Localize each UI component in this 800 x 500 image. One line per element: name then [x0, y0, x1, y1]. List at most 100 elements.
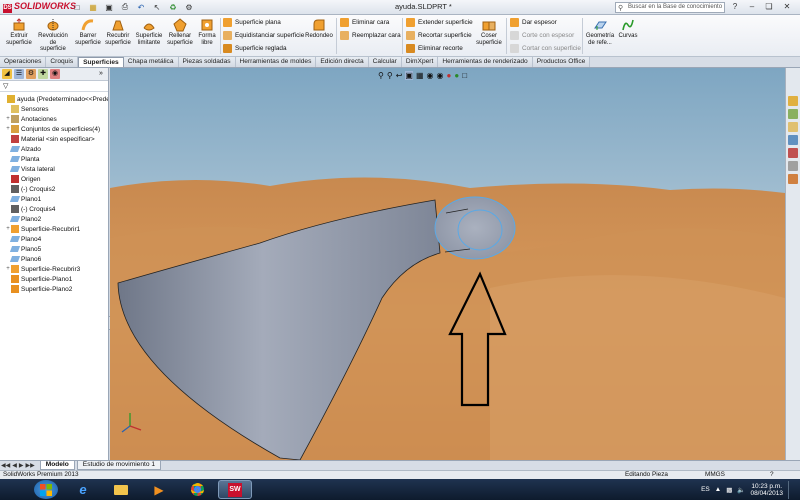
taskbar-explorer[interactable] [104, 480, 138, 499]
tab-edicion-directa[interactable]: Edición directa [316, 57, 369, 67]
boundary-surface-button[interactable]: Superficie limitante [134, 18, 164, 46]
tree-item[interactable]: Plano4 [0, 234, 108, 244]
tab-calcular[interactable]: Calcular [368, 57, 402, 67]
tab-piezas-soldadas[interactable]: Piezas soldadas [178, 57, 236, 67]
tab-croquis[interactable]: Croquis [46, 57, 79, 67]
sweep-surface-button[interactable]: Barrer superficie [74, 18, 102, 46]
appearances-icon[interactable] [788, 148, 798, 158]
scene-icon[interactable]: ● [454, 71, 459, 80]
tree-item[interactable]: + Superficie-Recubrir3 [0, 264, 108, 274]
trim-surface-button[interactable]: Recortar superficie [406, 31, 472, 40]
tab-herramientas-moldes[interactable]: Herramientas de moldes [235, 57, 317, 67]
show-desktop-button[interactable] [788, 480, 794, 499]
save-icon[interactable]: ▣ [102, 2, 116, 13]
untrim-surface-button[interactable]: Eliminar recorte [406, 44, 463, 53]
taskbar-ie[interactable]: e [66, 480, 100, 499]
taskbar-media-player[interactable]: ▶ [142, 480, 176, 499]
tab-estudio-movimiento[interactable]: Estudio de movimiento 1 [76, 461, 161, 470]
knit-surface-button[interactable]: Coser superficie [474, 18, 504, 46]
fill-surface-button[interactable]: Rellenar superficie [166, 18, 194, 46]
next-tab-icon[interactable]: ▶ [18, 462, 25, 469]
tree-item[interactable]: Planta [0, 154, 108, 164]
configuration-manager-tab-icon[interactable]: ⚙ [26, 69, 36, 79]
help-icon[interactable]: ? [727, 1, 743, 13]
revolve-surface-button[interactable]: Revolución de superficie [36, 18, 70, 53]
tree-item[interactable]: Superficie-Plano1 [0, 274, 108, 284]
tree-item[interactable]: + Conjuntos de superficies(4) [0, 124, 108, 134]
start-button[interactable] [34, 480, 58, 499]
solidworks-resources-icon[interactable] [788, 96, 798, 106]
tree-item[interactable]: ayuda (Predeterminado<<Prede [0, 94, 108, 104]
tree-item[interactable]: Vista lateral [0, 164, 108, 174]
loft-surface-button[interactable]: Recubrir superficie [104, 18, 132, 46]
extrude-surface-button[interactable]: Extruir superficie [4, 18, 34, 46]
tree-item[interactable]: Origen [0, 174, 108, 184]
tab-modelo[interactable]: Modelo [39, 461, 75, 470]
display-manager-tab-icon[interactable]: ◉ [50, 69, 60, 79]
help-status-icon[interactable]: ? [770, 471, 774, 479]
restore-button[interactable]: ❏ [761, 1, 777, 13]
tab-herramientas-renderizado[interactable]: Herramientas de renderizado [438, 57, 533, 67]
tree-item[interactable]: + Superficie-Recubrir1 [0, 224, 108, 234]
view-palette-icon[interactable] [788, 135, 798, 145]
tree-item[interactable]: Plano5 [0, 244, 108, 254]
tree-item[interactable]: Alzado [0, 144, 108, 154]
tree-filter-bar[interactable]: ▽ [0, 81, 108, 92]
previous-view-icon[interactable]: ↩ [396, 71, 403, 80]
tray-arrow-icon[interactable]: ▲ [715, 486, 721, 493]
knowledge-base-search-input[interactable]: ⚲ Buscar en la Base de conocimiento [615, 2, 725, 13]
ruled-surface-button[interactable]: Superficie reglada [223, 44, 287, 53]
display-style-icon[interactable]: ◉ [427, 71, 434, 80]
language-indicator[interactable]: ES [701, 486, 710, 493]
property-manager-tab-icon[interactable]: ☰ [14, 69, 24, 79]
extend-surface-button[interactable]: Extender superficie [406, 18, 473, 27]
print-icon[interactable]: ⎙ [118, 2, 132, 13]
reference-geometry-button[interactable]: Geometría de refe... [584, 18, 616, 46]
file-explorer-icon[interactable] [788, 122, 798, 132]
delete-face-button[interactable]: Eliminar cara [340, 18, 389, 27]
solidworks-logo[interactable]: DS SOLIDWORKS [0, 1, 76, 13]
thickened-cut-button[interactable]: Corte con espesor [510, 31, 574, 40]
minimize-button[interactable]: – [744, 1, 760, 13]
replace-face-button[interactable]: Reemplazar cara [340, 31, 401, 40]
tree-item[interactable]: (-) Croquis4 [0, 204, 108, 214]
view-orientation-icon[interactable]: ▦ [416, 71, 424, 80]
section-view-icon[interactable]: ▣ [405, 71, 413, 80]
tree-item[interactable]: Plano2 [0, 214, 108, 224]
options-icon[interactable]: ⚙ [182, 2, 196, 13]
graphics-area[interactable]: ⚲ ⚲ ↩ ▣ ▦ ◉ ◉ ● ● □ [110, 68, 785, 460]
rebuild-icon[interactable]: ♻ [166, 2, 180, 13]
planar-surface-button[interactable]: Superficie plana [223, 18, 281, 27]
appearance-icon[interactable]: ● [447, 71, 452, 80]
tab-superficies[interactable]: Superficies [78, 57, 124, 67]
freeform-button[interactable]: Forma libre [196, 18, 218, 46]
hide-show-icon[interactable]: ◉ [437, 71, 444, 80]
forum-icon[interactable] [788, 174, 798, 184]
curves-button[interactable]: Curvas [617, 18, 639, 40]
last-tab-icon[interactable]: ▶▶ [24, 462, 35, 469]
network-icon[interactable]: ▩ [726, 486, 732, 494]
custom-properties-icon[interactable] [788, 161, 798, 171]
units-status[interactable]: MMGS [705, 471, 725, 479]
tree-item[interactable]: Material <sin especificar> [0, 134, 108, 144]
tree-item[interactable]: Plano1 [0, 194, 108, 204]
new-document-icon[interactable]: □ [70, 2, 84, 13]
prev-tab-icon[interactable]: ◀ [11, 462, 18, 469]
tree-item[interactable]: Superficie-Plano2 [0, 284, 108, 294]
taskbar-solidworks[interactable]: SW [218, 480, 252, 499]
select-icon[interactable]: ↖ [150, 2, 164, 13]
feature-manager-tab-icon[interactable]: ◢ [2, 69, 12, 79]
first-tab-icon[interactable]: ◀◀ [0, 462, 11, 469]
tab-chapa-metalica[interactable]: Chapa metálica [123, 57, 179, 67]
volume-icon[interactable]: 🔈 [737, 486, 745, 494]
open-folder-icon[interactable]: ▦ [86, 2, 100, 13]
tree-item[interactable]: Plano6 [0, 254, 108, 264]
tree-item[interactable]: Sensores [0, 104, 108, 114]
tab-dimxpert[interactable]: DimXpert [401, 57, 439, 67]
zoom-to-fit-icon[interactable]: ⚲ [378, 71, 384, 80]
dimxpert-manager-tab-icon[interactable]: ✚ [38, 69, 48, 79]
close-button[interactable]: ✕ [779, 1, 795, 13]
tab-productos-office[interactable]: Productos Office [532, 57, 591, 67]
clock[interactable]: 10:23 p.m. 08/04/2013 [750, 483, 783, 497]
surface-cut-button[interactable]: Cortar con superficie [510, 44, 581, 53]
